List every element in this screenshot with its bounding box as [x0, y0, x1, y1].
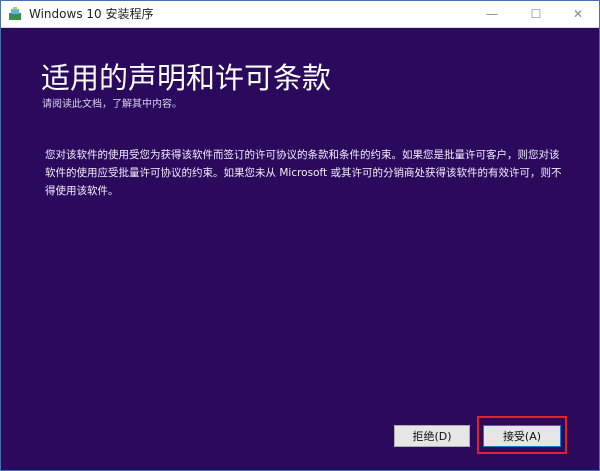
license-text: 您对该软件的使用受您为获得该软件而签订的许可协议的条款和条件的约束。如果您是批量… — [45, 149, 562, 197]
page-subtitle: 请阅读此文档，了解其中内容。 — [42, 99, 182, 110]
minimize-button[interactable]: — — [471, 1, 513, 27]
window-title: Windows 10 安装程序 — [29, 7, 154, 21]
setup-window: Windows 10 安装程序 — ☐ ✕ 适用的声明和许可条款 请阅读此文档，… — [0, 0, 600, 471]
setup-app-icon — [9, 7, 21, 20]
title-bar[interactable]: Windows 10 安装程序 — ☐ ✕ — [1, 1, 599, 28]
decline-button[interactable]: 拒绝(D) — [394, 425, 470, 447]
close-button[interactable]: ✕ — [557, 1, 599, 27]
maximize-button[interactable]: ☐ — [515, 1, 557, 27]
accept-button[interactable]: 接受(A) — [483, 425, 561, 447]
page-title: 适用的声明和许可条款 — [41, 61, 332, 95]
